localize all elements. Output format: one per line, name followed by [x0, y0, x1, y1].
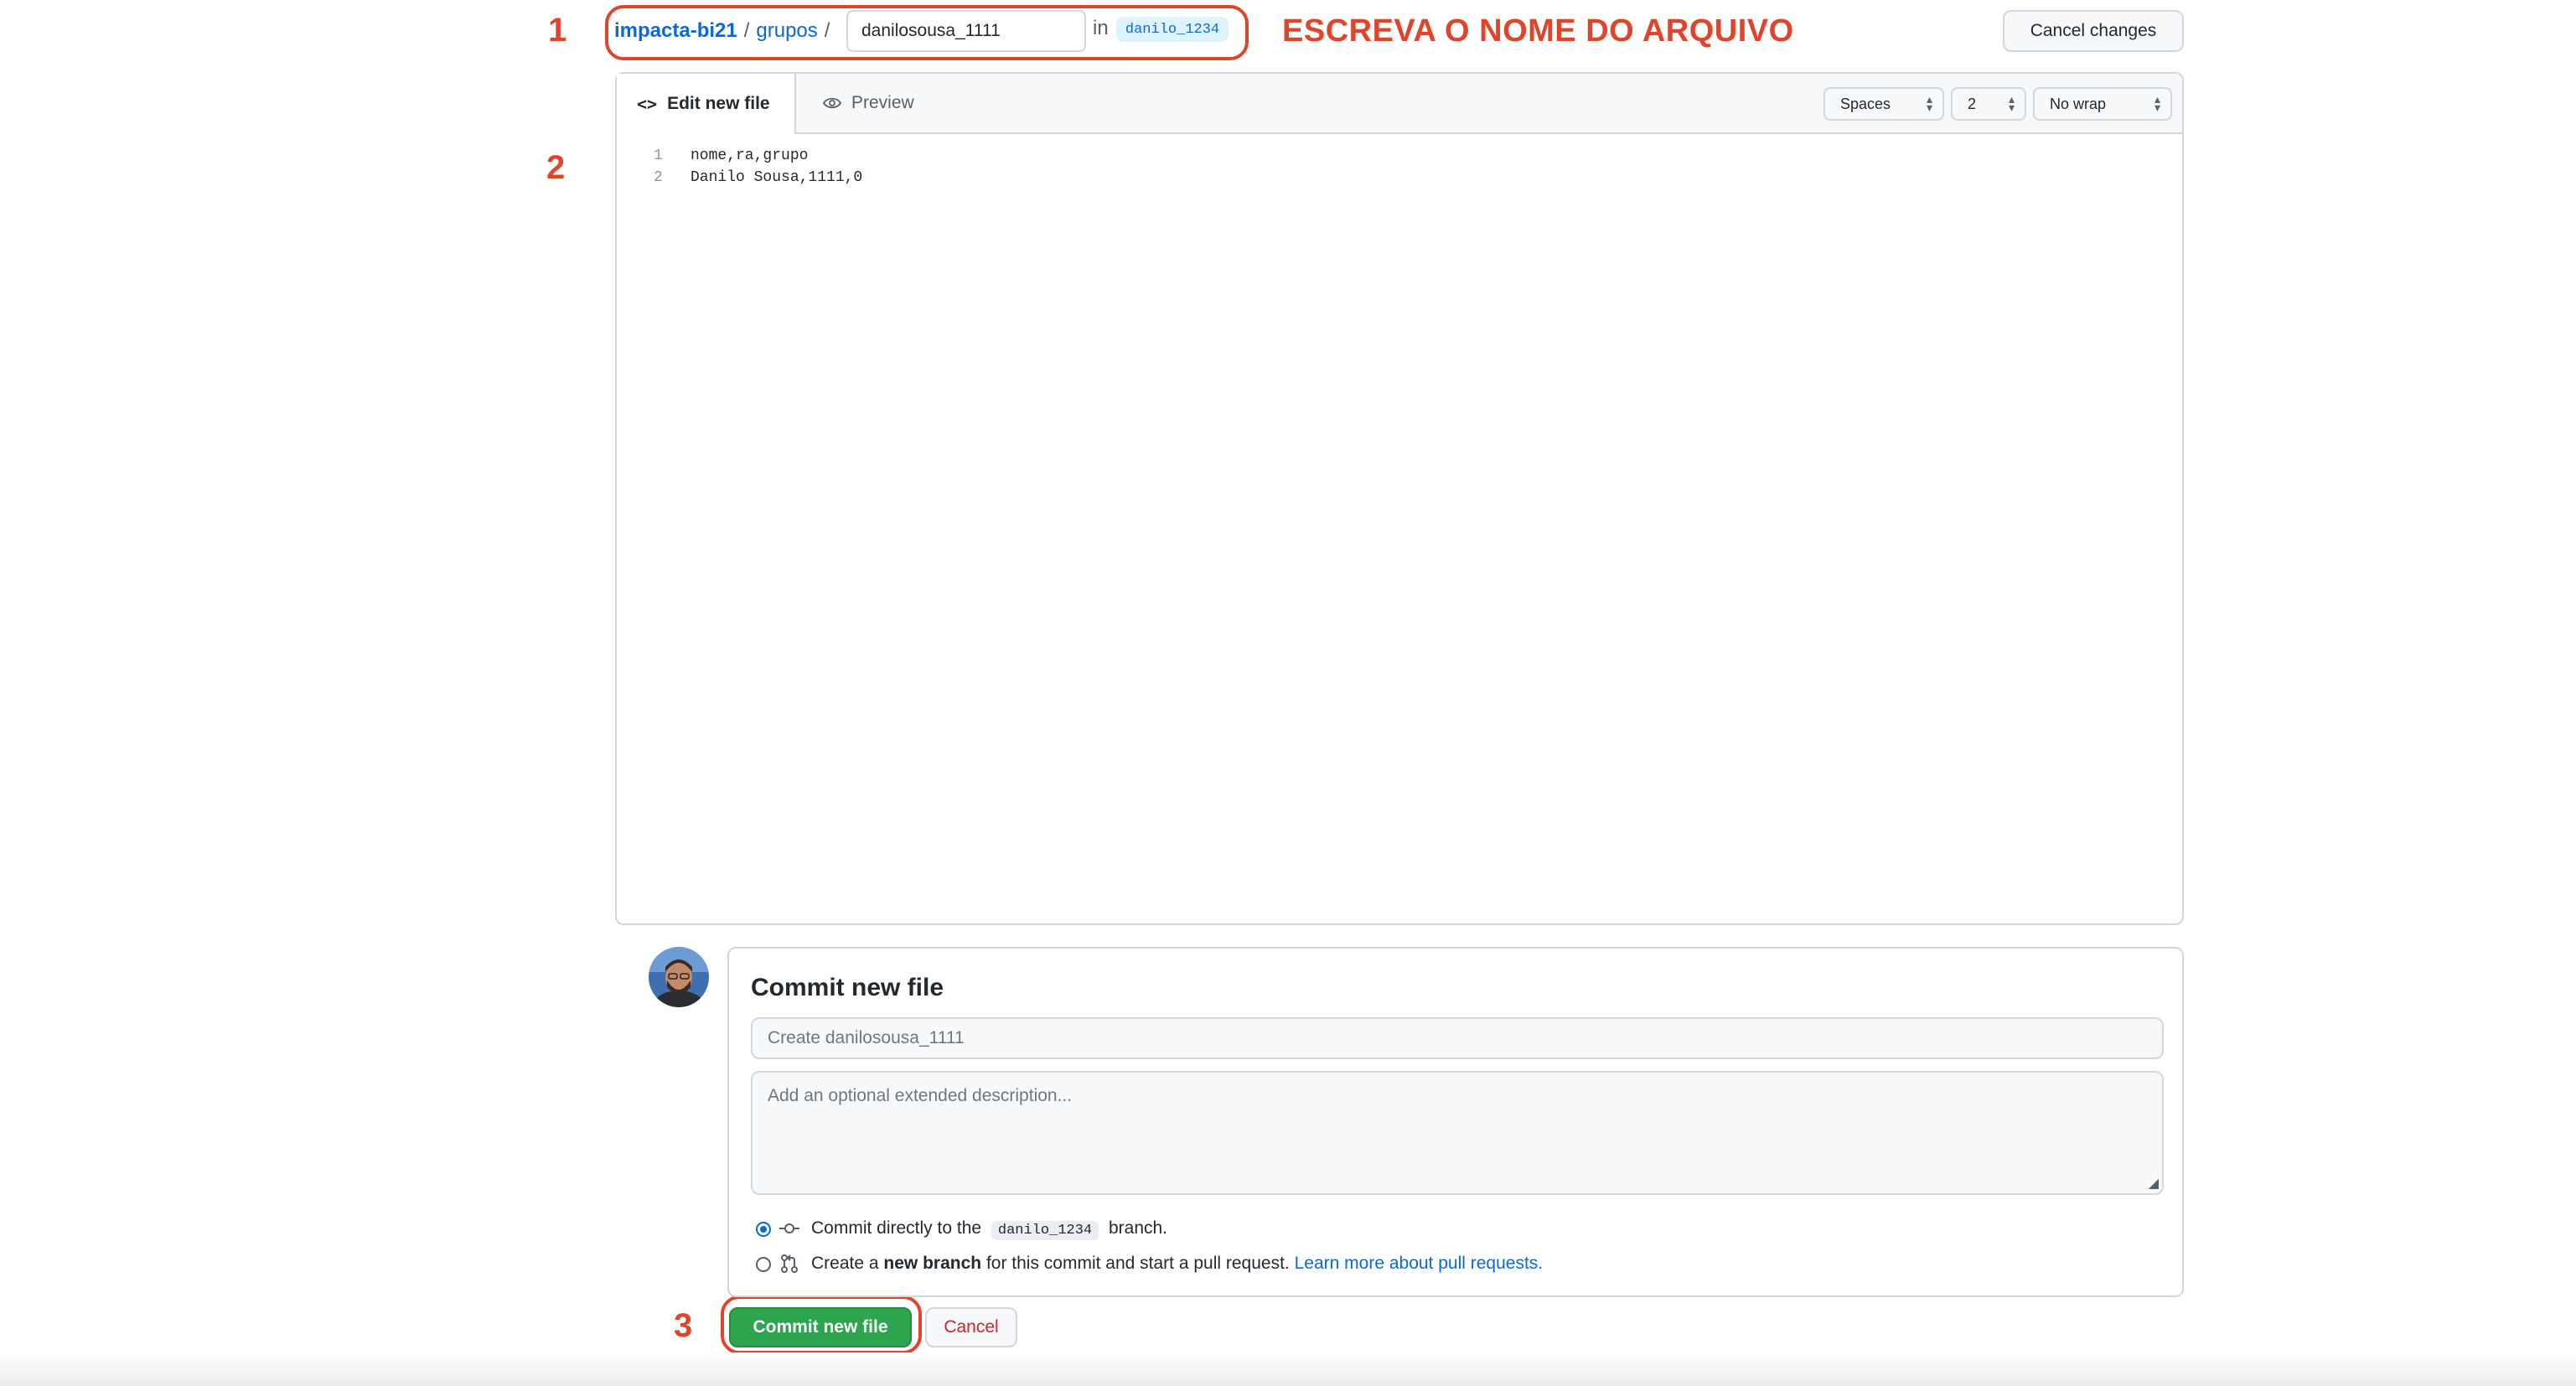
commit-title: Commit new file — [751, 974, 944, 1001]
new-branch-radio[interactable] — [756, 1257, 771, 1272]
cancel-button[interactable]: Cancel — [925, 1307, 1017, 1347]
commit-summary-placeholder: Create danilosousa_1111 — [768, 1028, 965, 1047]
indent-mode-value: Spaces — [1840, 95, 1891, 112]
select-arrows-icon: ▴ ▾ — [2008, 92, 2015, 114]
commit-new-file-button[interactable]: Commit new file — [729, 1307, 912, 1347]
editor-toolbar: <> Edit new file Preview Spaces ▴ ▾ 2 ▴ ▾ … — [617, 74, 2182, 134]
breadcrumb: impacta-bi21 / grupos / — [614, 17, 830, 45]
commit-direct-text: Commit directly to the — [811, 1218, 982, 1238]
branch-badge: danilo_1234 — [1116, 17, 1229, 42]
filename-value: danilosousa_1111 — [861, 21, 1001, 40]
commit-direct-radio[interactable] — [756, 1222, 771, 1237]
annotation-instruction: ESCREVA O NOME DO ARQUIVO — [1282, 13, 1794, 49]
new-branch-bold: new branch — [883, 1254, 982, 1273]
resize-handle-icon[interactable]: ◢ — [2149, 1175, 2159, 1192]
commit-form: Commit new file Create danilosousa_1111 … — [727, 947, 2184, 1297]
commit-direct-branch: danilo_1234 — [991, 1221, 1099, 1240]
new-branch-prefix: Create a — [811, 1254, 879, 1273]
git-commit-icon — [779, 1218, 799, 1239]
select-arrows-icon: ▴ ▾ — [2154, 92, 2160, 114]
annotation-step-1: 1 — [548, 12, 567, 49]
in-label: in — [1093, 17, 1109, 39]
tab-edit-new-file[interactable]: <> Edit new file — [617, 74, 796, 134]
commit-description-textarea[interactable]: Add an optional extended description... … — [751, 1071, 2164, 1195]
page-bottom-shadow — [0, 1352, 2576, 1386]
annotation-step-2: 2 — [546, 149, 566, 186]
indent-mode-select[interactable]: Spaces ▴ ▾ — [1823, 87, 1944, 121]
line-number: 1 — [654, 147, 663, 164]
commit-description-placeholder: Add an optional extended description... — [768, 1086, 1073, 1105]
commit-direct-label[interactable]: Commit directly to the danilo_1234 branc… — [811, 1218, 1168, 1240]
tab-edit-label: Edit new file — [667, 94, 770, 113]
breadcrumb-separator: / — [824, 19, 830, 42]
commit-summary-input[interactable]: Create danilosousa_1111 — [751, 1017, 2164, 1059]
line-number: 2 — [654, 169, 663, 186]
breadcrumb-repo-link[interactable]: impacta-bi21 — [614, 19, 737, 43]
breadcrumb-folder-link[interactable]: grupos — [756, 19, 817, 43]
git-pull-request-icon — [779, 1254, 799, 1274]
commit-direct-suffix: branch. — [1108, 1218, 1168, 1238]
code-icon: <> — [637, 94, 658, 114]
annotation-step-3: 3 — [674, 1307, 693, 1344]
new-branch-label[interactable]: Create a new branch for this commit and … — [811, 1254, 1543, 1274]
code-area[interactable]: 1 nome,ra,grupo 2 Danilo Sousa,1111,0 — [617, 134, 2182, 923]
wrap-mode-value: No wrap — [2050, 95, 2107, 112]
eye-icon — [823, 96, 841, 110]
new-branch-suffix: for this commit and start a pull request… — [985, 1254, 1290, 1273]
select-arrows-icon: ▴ ▾ — [1926, 92, 1932, 114]
tab-preview-label: Preview — [851, 93, 914, 112]
avatar — [649, 947, 709, 1007]
filename-input[interactable]: danilosousa_1111 — [846, 10, 1086, 52]
breadcrumb-separator: / — [743, 19, 750, 42]
indent-size-value: 2 — [1968, 95, 1977, 112]
code-line: Danilo Sousa,1111,0 — [691, 169, 863, 186]
learn-more-link[interactable]: Learn more about pull requests. — [1295, 1254, 1544, 1273]
cancel-changes-button[interactable]: Cancel changes — [2003, 10, 2184, 52]
indent-size-select[interactable]: 2 ▴ ▾ — [1951, 87, 2026, 121]
tab-preview[interactable]: Preview — [823, 74, 914, 132]
file-editor: <> Edit new file Preview Spaces ▴ ▾ 2 ▴ ▾ … — [615, 72, 2184, 925]
code-line: nome,ra,grupo — [691, 147, 809, 164]
wrap-mode-select[interactable]: No wrap ▴ ▾ — [2033, 87, 2172, 121]
